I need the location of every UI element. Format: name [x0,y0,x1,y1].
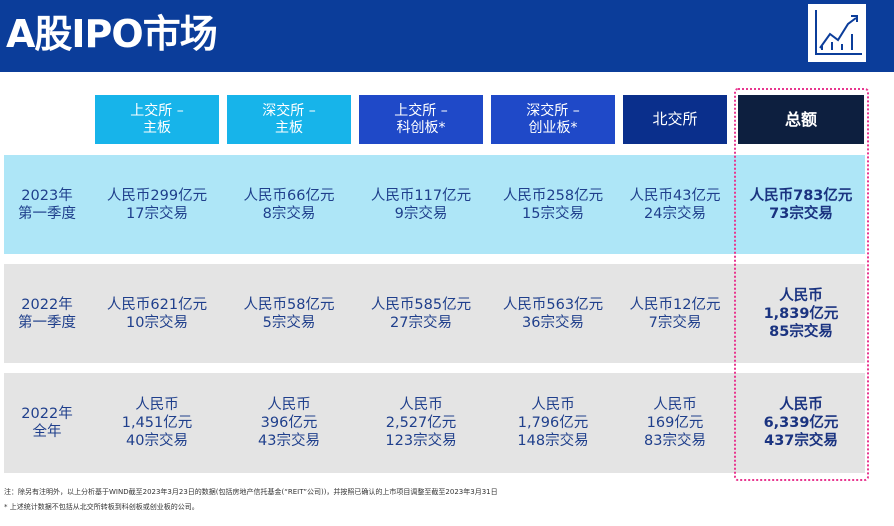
column-header-szse-main: 深交所 – 主板 [227,95,351,144]
header-bar: A股IPO市场 [0,0,894,72]
column-header-szse-chinext: 深交所 – 创业板* [491,95,615,144]
column-header-sse-main: 上交所 – 主板 [95,95,219,144]
column-header-sse-star: 上交所 – 科创板* [359,95,483,144]
table-cell: 人民币 1,451亿元 40宗交易 [121,397,193,449]
table-cell: 人民币258亿元 15宗交易 [502,187,604,222]
table-cell: 人民币563亿元 36宗交易 [502,296,604,331]
table-cell: 人民币43亿元 24宗交易 [629,187,721,222]
table-cell: 人民币58亿元 5宗交易 [243,296,335,331]
table-cell: 人民币299亿元 17宗交易 [106,187,208,222]
page-title: A股IPO市场 [6,12,218,56]
table-cell: 人民币12亿元 7宗交易 [629,296,721,331]
row-label: 2023年 第一季度 [18,187,76,222]
footnote-transfer: * 上述统计数据不包括从北交所转板到科创板或创业板的公司。 [4,503,199,511]
row-label: 2022年 第一季度 [18,296,76,331]
table-cell: 人民币585亿元 27宗交易 [370,296,472,331]
row-label: 2022年 全年 [21,406,73,440]
table-cell: 人民币 396亿元 43宗交易 [258,397,320,449]
table-cell: 人民币 169亿元 83宗交易 [644,397,706,449]
table-cell: 人民币 1,796亿元 148宗交易 [517,397,589,449]
table-cell: 人民币117亿元 9宗交易 [370,187,472,222]
footnote-source: 注：除另有注明外，以上分析基于WIND截至2023年3月23日的数据(包括房地产… [4,488,498,496]
column-header-bse: 北交所 [623,95,727,144]
table-cell: 人民币621亿元 10宗交易 [106,296,208,331]
table-cell: 人民币 2,527亿元 123宗交易 [385,397,457,449]
rising-chart-icon [808,4,866,62]
total-column-highlight [734,88,869,481]
table-cell: 人民币66亿元 8宗交易 [243,187,335,222]
